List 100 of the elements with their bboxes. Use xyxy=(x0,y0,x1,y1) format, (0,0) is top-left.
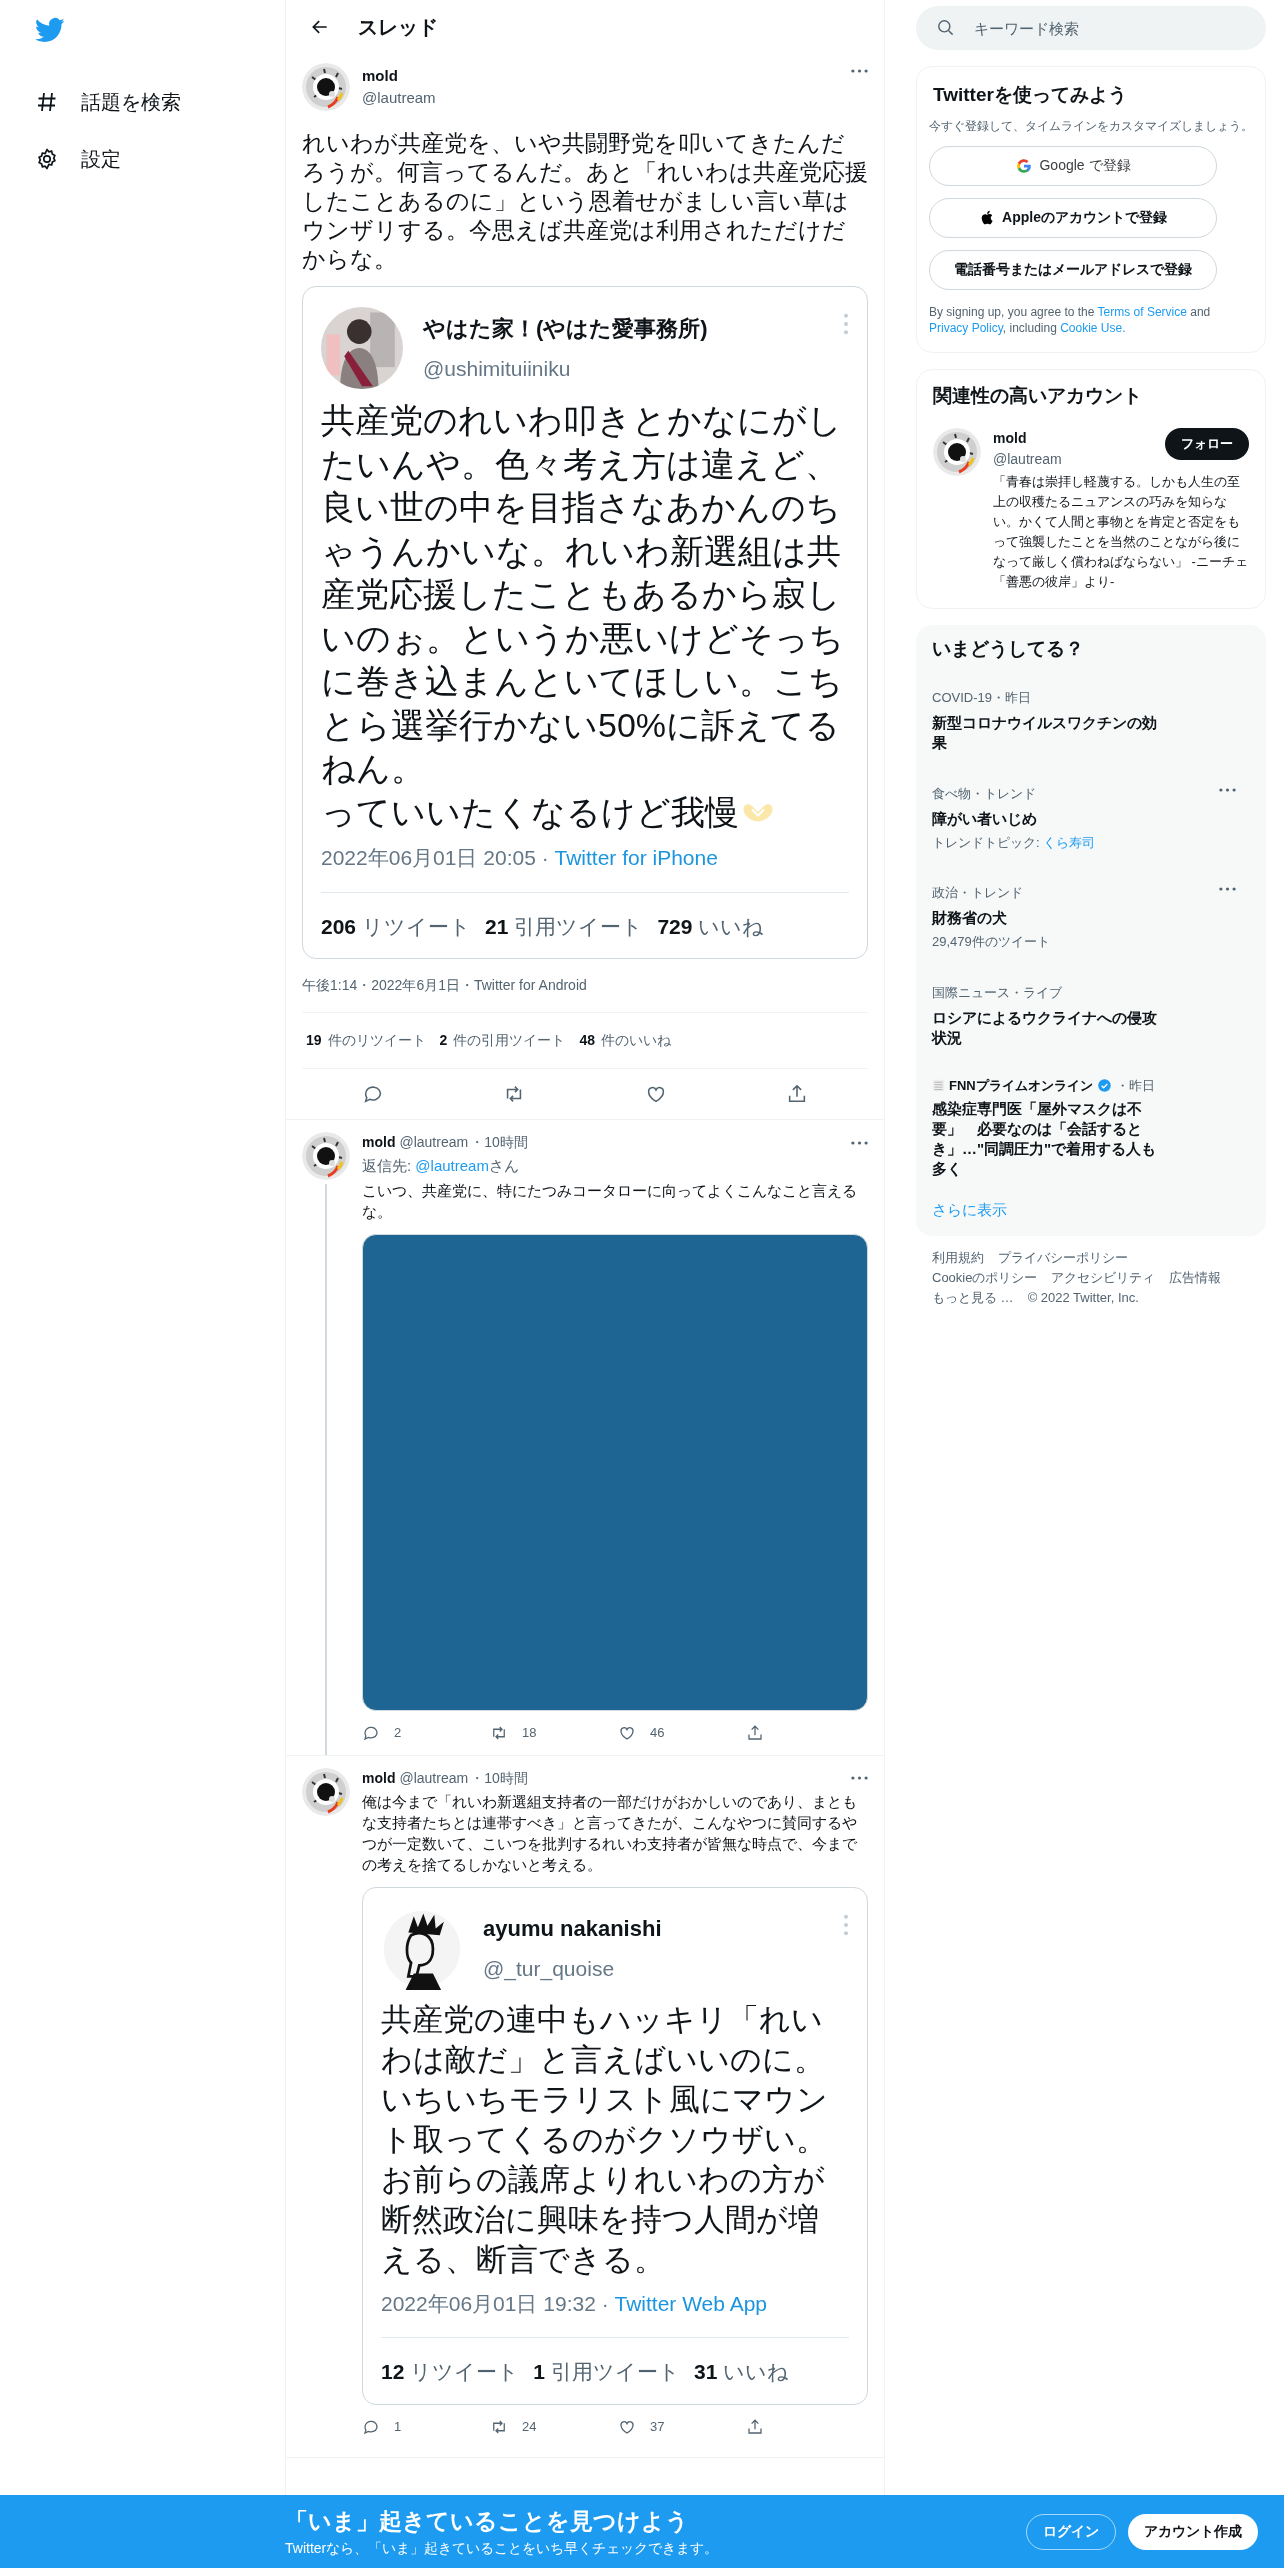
stat-text: 206 リツイート xyxy=(321,913,472,940)
trend-context: COVID-19・昨日 xyxy=(932,689,1031,705)
footer-link[interactable]: 利用規約 xyxy=(932,1248,984,1268)
author-handle: @_tur_quoise xyxy=(483,1956,616,1983)
author-handle: @lautream xyxy=(362,88,437,108)
trend-item[interactable]: 国際ニュース・ライブ ロシアによるウクライナへの侵攻状況 xyxy=(932,970,1250,1057)
avatar xyxy=(302,63,350,111)
timestamp: ・昨日 xyxy=(1115,1076,1155,1095)
more-icon xyxy=(843,1913,849,1936)
more-icon[interactable] xyxy=(851,69,868,73)
tweet-text: 共産党のれいわ叩きとかなにがしたいんや。色々考え方は違えど、良い世の中を目指さなあかんのちゃうんかいな。れいわ新選組は共産党応援したこともあるから寂しいのぉ。というか悪いけどそっちに巻き込まんといてほしい。こちとら選挙行かない50%に訴えてるねん。 xyxy=(321,400,845,789)
footer-link[interactable]: アクセシビリティ xyxy=(1051,1268,1156,1288)
nav-item[interactable]: 話題を検索 xyxy=(35,73,285,130)
tweet-text: れいわが共産党を、いや共闘野党を叩いてきたんだろうが。何言ってるんだ。あと「れいわは共産党応援したことあるのに」という恩着せがましい言い草はウンザリする。今思えば共産党は利用されただけだからな。 xyxy=(302,129,868,274)
avatar xyxy=(933,428,981,476)
banner-title: 「いま」起きていることを見つけよう xyxy=(285,2506,690,2536)
trend-context: 政治・トレンド xyxy=(932,885,1023,900)
trend-item[interactable]: FNNプライムオンライン ・昨日 感染症専門医「屋外マスクは不要」 必要なのは「会話するとき」…"同調圧力"で着用する人も多く xyxy=(932,1066,1250,1188)
trend-subtext: トレンドトピック: くら寿司 xyxy=(932,833,1097,852)
trend-item[interactable]: 食べ物・トレンド 障がい者いじめ トレンドトピック: くら寿司 xyxy=(932,771,1250,861)
timestamp: ・10時間 xyxy=(470,1133,528,1152)
signup-button[interactable]: 電話番号またはメールアドレスで登録 xyxy=(929,249,1217,290)
more-icon xyxy=(843,313,849,335)
trend-title: ロシアによるウクライナへの侵攻状況 xyxy=(932,1007,1158,1048)
avatar xyxy=(302,1132,350,1180)
tweet-date: 2022年06月01日 20:05 · xyxy=(321,846,549,869)
author-handle: @lautream xyxy=(399,1133,469,1152)
signup-button[interactable]: Google で登録 xyxy=(929,145,1217,186)
trend-subtext: 29,479件のツイート xyxy=(932,933,1051,951)
search-icon xyxy=(936,18,955,37)
share-icon[interactable] xyxy=(746,1723,764,1742)
author-name: ayumu nakanishi xyxy=(483,1915,663,1944)
legal-text: By signing up, you agree to the Terms of Service and Privacy Policy, including Cookie Use. xyxy=(929,303,1212,336)
settings-icon xyxy=(35,146,59,171)
signup-button[interactable]: Appleのアカウントで登録 xyxy=(929,197,1217,238)
reply-context: 返信先: @lautreamさん xyxy=(362,1156,520,1176)
nav-item[interactable]: 設定 xyxy=(35,130,285,187)
news-source: FNNプライムオンライン xyxy=(949,1076,1093,1095)
tweet-meta: 午後1:14・2022年6月1日・Twitter for Android xyxy=(302,977,587,993)
author-name: mold xyxy=(993,429,1028,448)
card-title: 関連性の高いアカウント xyxy=(933,383,1143,408)
follow-button[interactable]: フォロー xyxy=(1165,428,1249,460)
twitter-logo-icon[interactable] xyxy=(35,15,65,45)
author-handle: @lautream xyxy=(993,450,1063,469)
author-name: mold xyxy=(362,1768,396,1788)
trend-title: 新型コロナウイルスワクチンの効果 xyxy=(932,712,1158,753)
more-icon[interactable] xyxy=(1219,787,1236,792)
account-bio: 「青春は崇拝し軽蔑する。しかも人生の至上の収穫たるニュアンスの巧みを知らない。かくて人間と事物とを肯定と否定をもって強襲したことを当然のことながら後になって厳しく償わねばならない」 -ニーチェ「善悪の彼岸」より- xyxy=(993,473,1249,591)
source-icon xyxy=(932,1078,945,1092)
timestamp: ・10時間 xyxy=(470,1768,528,1788)
stat-text: 729 いいね xyxy=(657,913,765,940)
card-title: Twitterを使ってみよう xyxy=(932,83,1128,107)
trend-title: 感染症専門医「屋外マスクは不要」 必要なのは「会話するとき」…"同調圧力"で着用する人も多く xyxy=(932,1099,1158,1179)
trend-context: 国際ニュース・ライブ xyxy=(932,984,1062,1000)
tweet-date: 2022年06月01日 19:32 · xyxy=(381,2291,609,2315)
stat-text[interactable]: 2 件の引用ツイート xyxy=(439,1030,566,1051)
share-icon[interactable] xyxy=(746,2417,764,2436)
reply-count: 2 xyxy=(394,1723,402,1742)
tweet-text: 俺は今まで「れいわ新選組支持者の一部だけがおかしいのであり、まともな支持者たちとは連帯すべき」と言ってきたが、こんなやつに賛同するやつが一定数いて、こいつを批判するれいわ支持者が皆無な時点で、今までの考えを捨てるしかないと考える。 xyxy=(362,1791,858,1875)
avatar xyxy=(302,1767,350,1816)
like-count: 46 xyxy=(650,1723,665,1742)
more-icon[interactable] xyxy=(1219,887,1236,891)
like-count: 37 xyxy=(650,2417,665,2436)
page-title: スレッド xyxy=(358,14,438,40)
footer-link[interactable]: Cookieのポリシー xyxy=(932,1268,1038,1288)
card-subtitle: 今すぐ登録して、タイムラインをカスタマイズしましょう。 xyxy=(929,117,1253,134)
retweet-count: 18 xyxy=(522,1723,537,1742)
banner-subtitle: Twitterなら、「いま」起きていることをいち早くチェックできます。 xyxy=(285,2539,720,2559)
footer-link[interactable]: プライバシーポリシー xyxy=(998,1248,1128,1268)
tweet-text: こいつ、共産党に、特にたつみコータローに向ってよくこんなこと言えるな。 xyxy=(362,1180,858,1222)
author-name: mold xyxy=(362,1133,396,1152)
stat-text: 12 リツイート xyxy=(381,2359,520,2385)
more-icon[interactable] xyxy=(851,1776,868,1780)
more-icon[interactable] xyxy=(851,1140,868,1145)
stat-text: 21 引用ツイート xyxy=(485,913,644,940)
footer-link[interactable]: © 2022 Twitter, Inc. xyxy=(1027,1288,1139,1308)
trend-title: 障がい者いじめ xyxy=(932,808,1038,829)
author-handle: @ushimituiiniku xyxy=(423,355,572,382)
trend-item[interactable]: COVID-19・昨日 新型コロナウイルスワクチンの効果 xyxy=(932,675,1250,762)
author-name: やはた家！(やはた愛事務所) xyxy=(423,314,709,343)
reply-icon[interactable] xyxy=(361,1083,384,1105)
reply-count: 1 xyxy=(394,2417,402,2436)
stat-text: 31 いいね xyxy=(694,2359,790,2385)
card-title: いまどうしてる？ xyxy=(932,637,1085,661)
trend-context: 食べ物・トレンド xyxy=(932,785,1036,801)
trend-title: 財務省の犬 xyxy=(932,908,1008,928)
stat-text[interactable]: 48 件のいいね xyxy=(579,1030,671,1051)
author-name: mold xyxy=(362,65,399,86)
search-field[interactable]: キーワード検索 xyxy=(916,6,1266,50)
footer-link[interactable]: 広告情報 xyxy=(1169,1268,1222,1288)
stat-text: 1 引用ツイート xyxy=(533,2359,681,2385)
retweet-count: 24 xyxy=(522,2417,537,2436)
tweet-text: っていいたくなるけど我慢 xyxy=(321,791,739,833)
author-handle: @lautream xyxy=(399,1768,469,1788)
google-icon xyxy=(1015,156,1034,175)
footer-link[interactable]: もっと見る … xyxy=(932,1288,1014,1308)
signup-button[interactable]: アカウント作成 xyxy=(1128,2513,1258,2550)
trend-item[interactable]: 政治・トレンド 財務省の犬 29,479件のツイート xyxy=(932,871,1250,961)
stat-text[interactable]: 19 件のリツイート xyxy=(306,1030,426,1051)
tweet-text: 共産党の連中もハッキリ「れいわは敵だ」と言えばいいのに。いちいちモラリスト風にマウント取ってくるのがクソウザい。お前らの議席よりれいわの方が断然政治に興味を持つ人間が増える、断言できる。 xyxy=(381,2000,829,2279)
